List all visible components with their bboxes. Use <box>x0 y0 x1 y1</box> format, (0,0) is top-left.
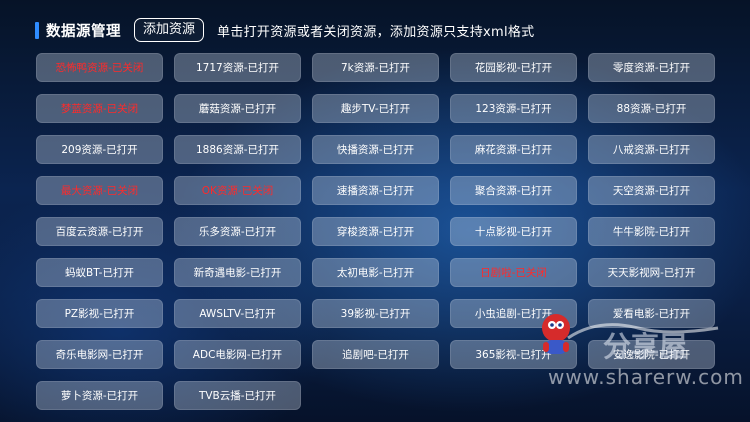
source-item[interactable]: 恐怖鸭资源-已关闭 <box>36 53 163 82</box>
source-item[interactable]: 39影视-已打开 <box>312 299 439 328</box>
source-item[interactable]: 麻花资源-已打开 <box>450 135 577 164</box>
source-item[interactable]: 聚合资源-已打开 <box>450 176 577 205</box>
source-item[interactable]: 穿梭资源-已打开 <box>312 217 439 246</box>
page-title: 数据源管理 <box>46 23 121 40</box>
source-item[interactable]: TVB云播-已打开 <box>174 381 301 410</box>
add-source-button[interactable]: 添加资源 <box>134 18 205 42</box>
source-item[interactable]: PZ影视-已打开 <box>36 299 163 328</box>
source-item[interactable]: 花园影视-已打开 <box>450 53 577 82</box>
source-item[interactable]: 爱看电影-已打开 <box>588 299 715 328</box>
source-item[interactable]: 最大资源-已关闭 <box>36 176 163 205</box>
source-item[interactable]: OK资源-已关闭 <box>174 176 301 205</box>
source-item[interactable]: 百度云资源-已打开 <box>36 217 163 246</box>
source-item[interactable]: 快播资源-已打开 <box>312 135 439 164</box>
source-item[interactable]: AWSLTV-已打开 <box>174 299 301 328</box>
source-item[interactable]: 奇乐电影网-已打开 <box>36 340 163 369</box>
watermark-url: www.sharerw.com <box>548 365 744 389</box>
hint-text: 单击打开资源或者关闭资源，添加资源只支持xml格式 <box>217 24 535 40</box>
source-item[interactable]: 零度资源-已打开 <box>588 53 715 82</box>
source-item[interactable]: 趣步TV-已打开 <box>312 94 439 123</box>
source-item[interactable]: 萝卜资源-已打开 <box>36 381 163 410</box>
source-item[interactable]: 天空资源-已打开 <box>588 176 715 205</box>
source-item[interactable]: 新奇遇电影-已打开 <box>174 258 301 287</box>
source-item[interactable]: ADC电影网-已打开 <box>174 340 301 369</box>
source-item[interactable]: 1717资源-已打开 <box>174 53 301 82</box>
source-item[interactable]: 天天影视网-已打开 <box>588 258 715 287</box>
source-item[interactable]: 7k资源-已打开 <box>312 53 439 82</box>
title-accent-bar <box>35 21 39 39</box>
source-item[interactable]: 209资源-已打开 <box>36 135 163 164</box>
source-item[interactable]: 太初电影-已打开 <box>312 258 439 287</box>
source-item[interactable]: 速播资源-已打开 <box>312 176 439 205</box>
source-item[interactable]: 八戒资源-已打开 <box>588 135 715 164</box>
source-grid: 恐怖鸭资源-已关闭 1717资源-已打开 7k资源-已打开 花园影视-已打开 零度资源-… <box>36 53 715 410</box>
source-item[interactable]: 123资源-已打开 <box>450 94 577 123</box>
source-item[interactable]: 1886资源-已打开 <box>174 135 301 164</box>
source-item[interactable]: 小虫追剧-已打开 <box>450 299 577 328</box>
source-item[interactable]: 梦蓝资源-已关闭 <box>36 94 163 123</box>
header: 数据源管理 添加资源 单击打开资源或者关闭资源，添加资源只支持xml格式 <box>35 17 535 43</box>
source-item[interactable]: 追剧吧-已打开 <box>312 340 439 369</box>
source-item[interactable]: 蘑菇资源-已打开 <box>174 94 301 123</box>
source-item[interactable]: 十点影视-已打开 <box>450 217 577 246</box>
source-item[interactable]: 乐多资源-已打开 <box>174 217 301 246</box>
source-item[interactable]: 88资源-已打开 <box>588 94 715 123</box>
source-item[interactable]: 牛牛影院-已打开 <box>588 217 715 246</box>
source-item[interactable]: 日剧啦-已关闭 <box>450 258 577 287</box>
source-item[interactable]: 蚂蚁BT-已打开 <box>36 258 163 287</box>
